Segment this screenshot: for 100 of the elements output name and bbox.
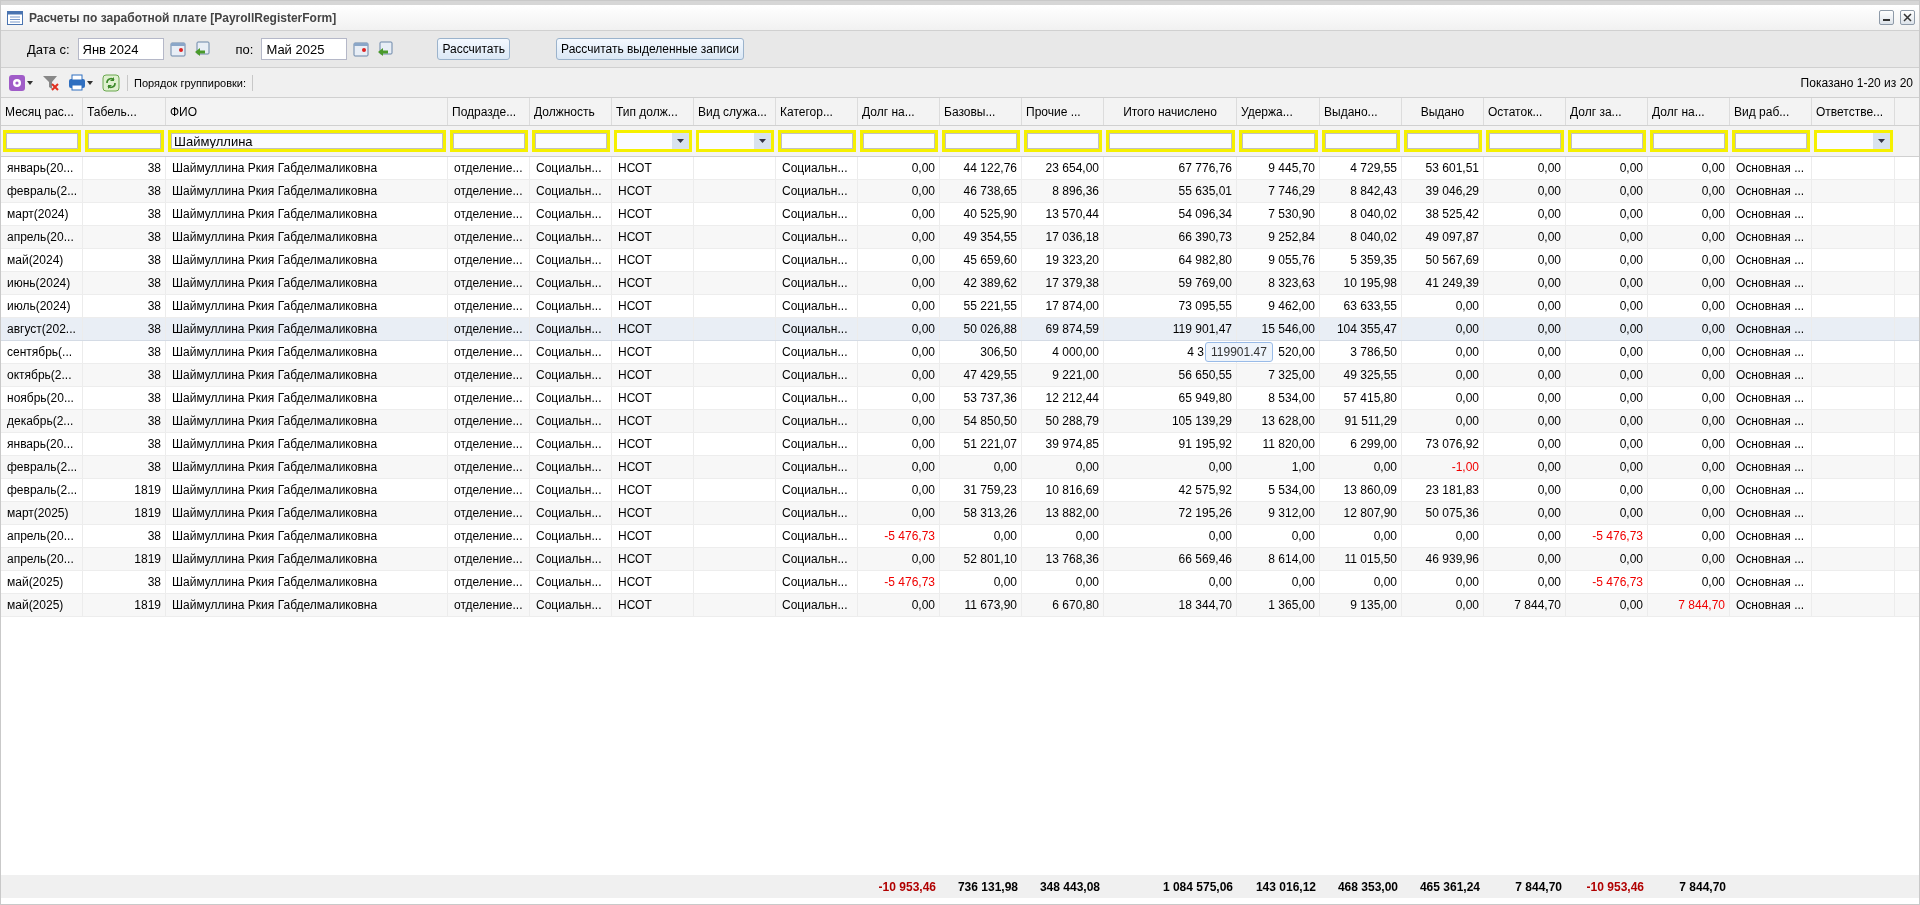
table-cell: Социальн... xyxy=(782,437,848,451)
table-row[interactable]: март(2025) 1819 Шаймуллина Ркия Габделмаликовна отделение... Социальн... НСОТ Социальн... 0,00 58 313,26 13 882,00 72 195,26 9 312,00 12 807,90 50 075,36 0,00 0,00 0,00 Основная ... xyxy=(1,502,1919,525)
column-header[interactable]: Вид служа... xyxy=(694,98,776,125)
table-cell: Социальн... xyxy=(782,299,848,313)
column-header[interactable]: Ответстве... xyxy=(1812,98,1895,125)
filter-field[interactable] xyxy=(860,130,938,152)
table-row[interactable]: ноябрь(20... 38 Шаймуллина Ркия Габделмаликовна отделение... Социальн... НСОТ Социальн... 0,00 53 737,36 12 212,44 65 949,80 8 534,00 57 415,80 0,00 0,00 0,00 0,00 Основная ... xyxy=(1,387,1919,410)
table-cell: 0,00 xyxy=(1619,253,1643,267)
table-cell: 13 768,36 xyxy=(1045,552,1099,566)
table-cell: Социальн... xyxy=(782,598,848,612)
column-header[interactable]: Долг на... xyxy=(1648,98,1730,125)
table-cell: 8 896,36 xyxy=(1052,184,1099,198)
table-row[interactable]: октябрь(2... 38 Шаймуллина Ркия Габделмаликовна отделение... Социальн... НСОТ Социальн... 0,00 47 429,55 9 221,00 56 650,55 7 325,00 49 325,55 0,00 0,00 0,00 0,00 Основная ... xyxy=(1,364,1919,387)
table-cell: 0,00 xyxy=(1537,184,1561,198)
filter-field[interactable]: Шаймуллина xyxy=(168,130,446,152)
table-row[interactable]: март(2024) 38 Шаймуллина Ркия Габделмаликовна отделение... Социальн... НСОТ Социальн... 0,00 40 525,90 13 570,44 54 096,34 7 530,90 8 040,02 38 525,42 0,00 0,00 0,00 Основная ... xyxy=(1,203,1919,226)
close-button[interactable] xyxy=(1900,10,1915,25)
column-header[interactable]: Итого начислено xyxy=(1104,98,1237,125)
minimize-button[interactable] xyxy=(1879,10,1894,25)
filter-field[interactable] xyxy=(1322,130,1400,152)
filter-field[interactable] xyxy=(1404,130,1482,152)
table-cell: 50 288,79 xyxy=(1045,414,1099,428)
column-header[interactable]: Тип долж... xyxy=(612,98,694,125)
table-row[interactable]: май(2025) 38 Шаймуллина Ркия Габделмаликовна отделение... Социальн... НСОТ Социальн... -5 476,73 0,00 0,00 0,00 0,00 0,00 0,00 0,00 -5 476,73 0,00 Основная ... xyxy=(1,571,1919,594)
table-cell: 12 212,44 xyxy=(1045,391,1099,405)
table-cell: отделение... xyxy=(454,230,523,244)
filter-field[interactable] xyxy=(1650,130,1728,152)
table-row[interactable]: июнь(2024) 38 Шаймуллина Ркия Габделмаликовна отделение... Социальн... НСОТ Социальн... 0,00 42 389,62 17 379,38 59 769,00 8 323,63 10 195,98 41 249,39 0,00 0,00 0,00 Основная ... xyxy=(1,272,1919,295)
filter-field[interactable] xyxy=(1568,130,1646,152)
table-cell: 0,00 xyxy=(1537,253,1561,267)
refresh-button[interactable] xyxy=(101,72,121,93)
table-cell: 9 252,84 xyxy=(1268,230,1315,244)
column-header[interactable]: Базовы... xyxy=(940,98,1022,125)
filter-field[interactable] xyxy=(532,130,610,152)
column-header[interactable]: Категор... xyxy=(776,98,858,125)
table-cell: 49 354,55 xyxy=(963,230,1017,244)
column-header[interactable]: Выдано xyxy=(1402,98,1484,125)
table-cell: 0,00 xyxy=(911,253,935,267)
table-cell: Шаймуллина Ркия Габделмаликовна xyxy=(172,575,378,589)
table-row[interactable]: февраль(2... 38 Шаймуллина Ркия Габделмаликовна отделение... Социальн... НСОТ Социальн... 0,00 46 738,65 8 896,36 55 635,01 7 746,29 8 842,43 39 046,29 0,00 0,00 0,00 Основная ... xyxy=(1,180,1919,203)
table-row[interactable]: август(202... 38 Шаймуллина Ркия Габделмаликовна отделение... Социальн... НСОТ Социальн... 0,00 50 026,88 69 874,59 119 901,47 15 546,00 104 355,47 0,00 0,00 0,00 0,00 Основная ... xyxy=(1,318,1919,341)
filter-field[interactable] xyxy=(1486,130,1564,152)
table-cell: 104 355,47 xyxy=(1336,322,1397,336)
filter-field[interactable] xyxy=(778,130,856,152)
filter-field[interactable] xyxy=(85,130,164,152)
table-row[interactable]: февраль(2... 1819 Шаймуллина Ркия Габделмаликовна отделение... Социальн... НСОТ Социальн... 0,00 31 759,23 10 816,69 42 575,92 5 534,00 13 860,09 23 181,83 0,00 0,00 0,00 Основная ... xyxy=(1,479,1919,502)
date-from-field[interactable]: Янв 2024 xyxy=(77,38,164,60)
filter-field[interactable] xyxy=(1239,130,1318,152)
filter-field[interactable] xyxy=(1024,130,1102,152)
column-header[interactable]: Долг за... xyxy=(1566,98,1648,125)
column-header[interactable]: ФИО xyxy=(166,98,448,125)
date-to-field[interactable]: Май 2025 xyxy=(261,38,348,60)
print-menu-button[interactable] xyxy=(67,72,95,93)
table-cell: Шаймуллина Ркия Габделмаликовна xyxy=(172,322,378,336)
table-cell: 0,00 xyxy=(1537,345,1561,359)
column-header[interactable]: Удержа... xyxy=(1237,98,1320,125)
table-row[interactable]: декабрь(2... 38 Шаймуллина Ркия Габделмаликовна отделение... Социальн... НСОТ Социальн... 0,00 54 850,50 50 288,79 105 139,29 13 628,00 91 511,29 0,00 0,00 0,00 0,00 Основная ... xyxy=(1,410,1919,433)
column-header[interactable]: Прочие ... xyxy=(1022,98,1104,125)
table-row[interactable]: июль(2024) 38 Шаймуллина Ркия Габделмаликовна отделение... Социальн... НСОТ Социальн... 0,00 55 221,55 17 874,00 73 095,55 9 462,00 63 633,55 0,00 0,00 0,00 0,00 Основная ... xyxy=(1,295,1919,318)
filter-field[interactable] xyxy=(3,130,81,152)
column-header[interactable]: Долг на... xyxy=(858,98,940,125)
table-cell: 0,00 xyxy=(1075,460,1099,474)
column-header[interactable]: Выдано... xyxy=(1320,98,1402,125)
filter-field[interactable] xyxy=(1732,130,1810,152)
table-row[interactable]: май(2025) 1819 Шаймуллина Ркия Габделмаликовна отделение... Социальн... НСОТ Социальн... 0,00 11 673,90 6 670,80 18 344,70 1 365,00 9 135,00 0,00 7 844,70 0,00 7 844,70 Основная ... xyxy=(1,594,1919,617)
filter-field[interactable] xyxy=(1106,130,1235,152)
table-cell: отделение... xyxy=(454,368,523,382)
table-row[interactable]: апрель(20... 38 Шаймуллина Ркия Габделмаликовна отделение... Социальн... НСОТ Социальн... -5 476,73 0,00 0,00 0,00 0,00 0,00 0,00 0,00 -5 476,73 0,00 Основная ... xyxy=(1,525,1919,548)
table-cell: Шаймуллина Ркия Габделмаликовна xyxy=(172,529,378,543)
table-cell: 0,00 xyxy=(1455,322,1479,336)
table-row[interactable]: апрель(20... 38 Шаймуллина Ркия Габделмаликовна отделение... Социальн... НСОТ Социальн... 0,00 49 354,55 17 036,18 66 390,73 9 252,84 8 040,02 49 097,87 0,00 0,00 0,00 Основная ... xyxy=(1,226,1919,249)
table-cell: 54 850,50 xyxy=(963,414,1017,428)
filter-field[interactable] xyxy=(450,130,528,152)
calculate-button[interactable]: Рассчитать xyxy=(437,38,511,60)
table-row[interactable]: январь(20... 38 Шаймуллина Ркия Габделмаликовна отделение... Социальн... НСОТ Социальн... 0,00 51 221,07 39 974,85 91 195,92 11 820,00 6 299,00 73 076,92 0,00 0,00 0,00 Основная ... xyxy=(1,433,1919,456)
total-value: 7 844,70 xyxy=(1679,879,1726,894)
table-cell: 0,00 xyxy=(1075,575,1099,589)
table-cell: 0,00 xyxy=(1701,184,1725,198)
table-cell: 0,00 xyxy=(1537,414,1561,428)
filter-field[interactable] xyxy=(942,130,1020,152)
column-header[interactable]: Подразде... xyxy=(448,98,530,125)
column-header[interactable]: Месяц рас... xyxy=(1,98,83,125)
table-cell: 53 601,51 xyxy=(1425,161,1479,175)
table-cell: февраль(2... xyxy=(7,460,78,474)
calculate-selected-button[interactable]: Рассчитать выделенные записи xyxy=(556,38,744,60)
window-icon xyxy=(7,10,23,25)
table-cell: Социальн... xyxy=(782,414,848,428)
column-header[interactable]: Должность xyxy=(530,98,612,125)
table-row[interactable]: апрель(20... 1819 Шаймуллина Ркия Габделмаликовна отделение... Социальн... НСОТ Социальн... 0,00 52 801,10 13 768,36 66 569,46 8 614,00 11 015,50 46 939,96 0,00 0,00 0,00 Основная ... xyxy=(1,548,1919,571)
column-header[interactable]: Вид раб... xyxy=(1730,98,1812,125)
table-cell: 0,00 xyxy=(1701,414,1725,428)
table-cell: 67 776,76 xyxy=(1178,161,1232,175)
table-row[interactable]: май(2024) 38 Шаймуллина Ркия Габделмаликовна отделение... Социальн... НСОТ Социальн... 0,00 45 659,60 19 323,20 64 982,80 9 055,76 5 359,35 50 567,69 0,00 0,00 0,00 Основная ... xyxy=(1,249,1919,272)
table-row[interactable]: сентябрь(... 38 Шаймуллина Ркия Габделмаликовна отделение... Социальн... НСОТ Социальн... 0,00 306,50 4 000,00 4 3 119901.47 520,00 3 786,50 0,00 0,00 0,00 0,00 Основная ... xyxy=(1,341,1919,364)
table-cell: Социальн... xyxy=(536,207,602,221)
column-header[interactable]: Табель... xyxy=(83,98,166,125)
table-cell: 0,00 xyxy=(911,414,935,428)
table-row[interactable]: февраль(2... 38 Шаймуллина Ркия Габделмаликовна отделение... Социальн... НСОТ Социальн... 0,00 0,00 0,00 0,00 1,00 0,00 -1,00 0,00 0,00 0,00 Основная ... xyxy=(1,456,1919,479)
table-row[interactable]: январь(20... 38 Шаймуллина Ркия Габделмаликовна отделение... Социальн... НСОТ Социальн... 0,00 44 122,76 23 654,00 67 776,76 9 445,70 4 729,55 53 601,51 0,00 0,00 0,00 Основная ... xyxy=(1,157,1919,180)
column-header[interactable]: Остаток... xyxy=(1484,98,1566,125)
